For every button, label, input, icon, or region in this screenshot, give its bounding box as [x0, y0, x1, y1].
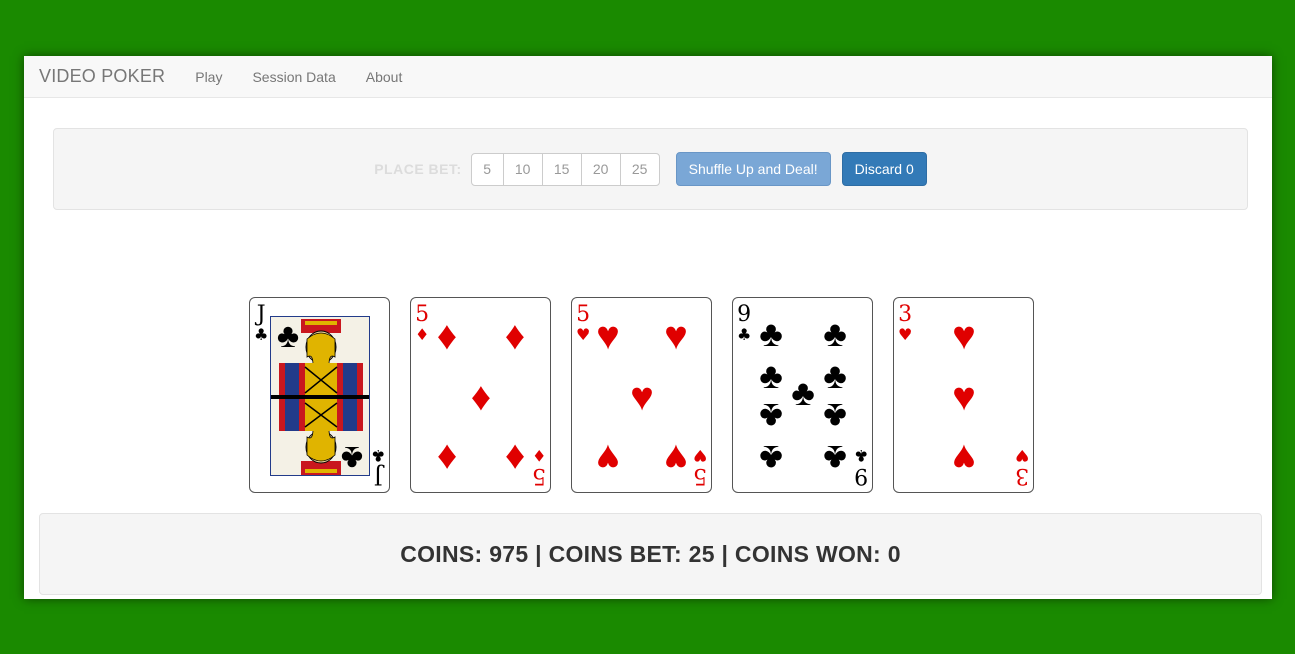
card-3-corner-top: 5 ♥ — [576, 304, 590, 343]
card-hand: J ♣ ♣ ♣ J ♣ 5 ♦ ♦ ♦ ♦ ♦ ♦ 5 ♦ 5 ♥ ♥ ♥ ♥ … — [249, 297, 1034, 493]
heart-icon: ♥ — [664, 314, 688, 358]
card-4-rank-bottom: 9 — [853, 463, 868, 488]
heart-icon: ♥ — [952, 375, 976, 419]
club-icon: ♣ — [759, 396, 783, 437]
discard-button[interactable]: Discard 0 — [841, 152, 927, 186]
card-5-corner-bottom: 3 ♥ — [1014, 446, 1029, 488]
card-5-suit: ♥ — [898, 325, 913, 344]
card-3-suit-bottom: ♥ — [692, 446, 707, 465]
bet-25-button[interactable]: 25 — [619, 152, 660, 186]
card-5-rank-bottom: 3 — [1014, 463, 1029, 488]
card-3[interactable]: 5 ♥ ♥ ♥ ♥ ♥ ♥ 5 ♥ — [571, 297, 712, 493]
card-4-suit-bottom: ♣ — [853, 446, 868, 465]
card-1-rank-bottom: J — [373, 463, 383, 488]
deal-button[interactable]: Shuffle Up and Deal! — [675, 152, 831, 186]
club-icon: ♣ — [340, 439, 364, 477]
club-icon: ♣ — [823, 313, 847, 354]
heart-icon: ♥ — [952, 314, 976, 358]
card-3-corner-bottom: 5 ♥ — [692, 446, 707, 488]
card-5-suit-bottom: ♥ — [1014, 446, 1029, 465]
card-1-rank: J — [256, 302, 266, 327]
card-4-rank: 9 — [737, 302, 752, 327]
card-3-suit: ♥ — [576, 325, 591, 344]
card-1-corner-top: J ♣ — [254, 304, 268, 343]
club-icon: ♣ — [759, 313, 783, 354]
navbar: VIDEO POKER Play Session Data About — [24, 56, 1272, 98]
diamond-icon: ♦ — [504, 436, 526, 480]
card-1-corner-bottom: J ♣ — [370, 446, 385, 488]
card-4-corner-top: 9 ♣ — [737, 304, 751, 343]
card-2[interactable]: 5 ♦ ♦ ♦ ♦ ♦ ♦ 5 ♦ — [410, 297, 551, 493]
bet-button-group: 5 10 15 20 25 — [470, 152, 660, 186]
nav-about[interactable]: About — [366, 69, 403, 85]
heart-icon: ♥ — [630, 375, 654, 419]
card-5-rank: 3 — [898, 302, 913, 327]
card-3-rank: 5 — [576, 302, 591, 327]
club-icon: ♣ — [759, 355, 783, 396]
card-2-suit: ♦ — [415, 325, 430, 344]
bet-5-button[interactable]: 5 — [470, 152, 504, 186]
card-4-corner-bottom: 9 ♣ — [853, 446, 868, 488]
card-5-corner-top: 3 ♥ — [898, 304, 912, 343]
status-panel: COINS: 975 | COINS BET: 25 | COINS WON: … — [39, 513, 1262, 595]
card-1-suit-bottom: ♣ — [370, 446, 385, 465]
club-icon: ♣ — [759, 438, 783, 479]
card-2-rank: 5 — [415, 302, 430, 327]
heart-icon: ♥ — [596, 436, 620, 480]
brand[interactable]: VIDEO POKER — [39, 66, 165, 87]
bet-15-button[interactable]: 15 — [541, 152, 582, 186]
card-2-suit-bottom: ♦ — [531, 446, 546, 465]
card-2-corner-top: 5 ♦ — [415, 304, 429, 343]
club-icon: ♣ — [791, 372, 815, 413]
bet-20-button[interactable]: 20 — [580, 152, 621, 186]
diamond-icon: ♦ — [436, 436, 458, 480]
club-icon: ♣ — [823, 438, 847, 479]
place-bet-label: PLACE BET: — [374, 161, 462, 177]
club-icon: ♣ — [823, 355, 847, 396]
club-icon: ♣ — [823, 396, 847, 437]
card-4[interactable]: 9 ♣ ♣ ♣ ♣ ♣ ♣ ♣ ♣ ♣ ♣ 9 ♣ — [732, 297, 873, 493]
card-5[interactable]: 3 ♥ ♥ ♥ ♥ 3 ♥ — [893, 297, 1034, 493]
nav-session-data[interactable]: Session Data — [252, 69, 335, 85]
nav-play[interactable]: Play — [195, 69, 222, 85]
heart-icon: ♥ — [952, 436, 976, 480]
card-2-corner-bottom: 5 ♦ — [531, 446, 546, 488]
card-3-rank-bottom: 5 — [692, 463, 707, 488]
video-poker-app: VIDEO POKER Play Session Data About PLAC… — [24, 56, 1272, 599]
bet-10-button[interactable]: 10 — [502, 152, 543, 186]
diamond-icon: ♦ — [436, 314, 458, 358]
card-2-rank-bottom: 5 — [531, 463, 546, 488]
club-icon: ♣ — [276, 317, 300, 355]
coins-status: COINS: 975 | COINS BET: 25 | COINS WON: … — [400, 540, 901, 567]
bet-panel: PLACE BET: 5 10 15 20 25 Shuffle Up and … — [53, 128, 1248, 210]
diamond-icon: ♦ — [470, 375, 492, 419]
heart-icon: ♥ — [664, 436, 688, 480]
card-4-suit: ♣ — [737, 325, 752, 344]
card-1[interactable]: J ♣ ♣ ♣ J ♣ — [249, 297, 390, 493]
diamond-icon: ♦ — [504, 314, 526, 358]
card-1-suit: ♣ — [254, 325, 269, 344]
heart-icon: ♥ — [596, 314, 620, 358]
